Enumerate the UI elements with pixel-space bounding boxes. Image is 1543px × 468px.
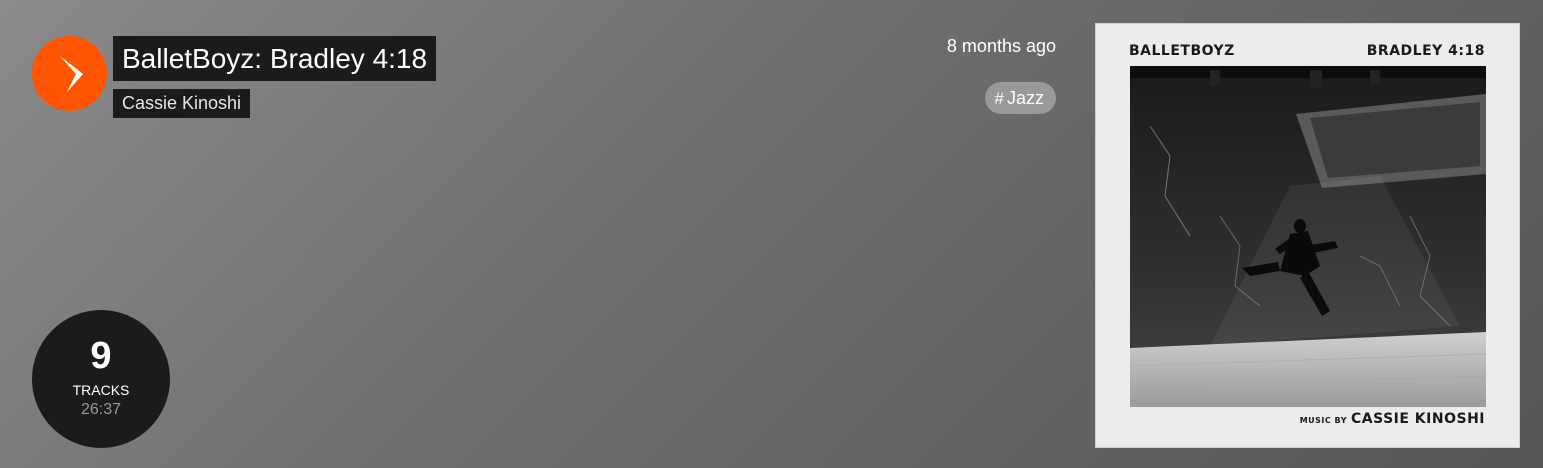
artwork-music-by: MUSIC BY (1299, 416, 1348, 425)
hash-icon: # (994, 89, 1004, 108)
playlist-title: BalletBoyz: Bradley 4:18 (113, 36, 437, 81)
play-button[interactable] (32, 36, 107, 111)
artwork-brand: BALLETBOYZ (1129, 43, 1235, 59)
track-count: 9 (90, 335, 112, 377)
artist-link[interactable]: Cassie Kinoshi (113, 89, 251, 118)
track-count-badge: 9 TRACKS 26:37 (32, 310, 170, 448)
tracks-label: TRACKS (72, 382, 130, 398)
total-duration: 26:37 (80, 401, 122, 418)
play-icon (60, 56, 83, 92)
posted-time: 8 months ago (946, 36, 1056, 56)
artwork-composer: CASSIE KINOSHI (1351, 411, 1485, 427)
playlist-hero: BalletBoyz: Bradley 4:18 Cassie Kinoshi … (0, 0, 1543, 468)
artwork-photo (1130, 66, 1486, 407)
artwork-credit: MUSIC BY CASSIE KINOSHI (1300, 408, 1485, 427)
artwork-title: BRADLEY 4:18 (1366, 43, 1485, 59)
genre-tag-label: Jazz (1006, 88, 1044, 108)
genre-tag[interactable]: # Jazz (984, 82, 1056, 114)
album-artwork[interactable]: BALLETBOYZ BRADLEY 4:18 MUSIC BY CASSIE … (1095, 23, 1520, 448)
